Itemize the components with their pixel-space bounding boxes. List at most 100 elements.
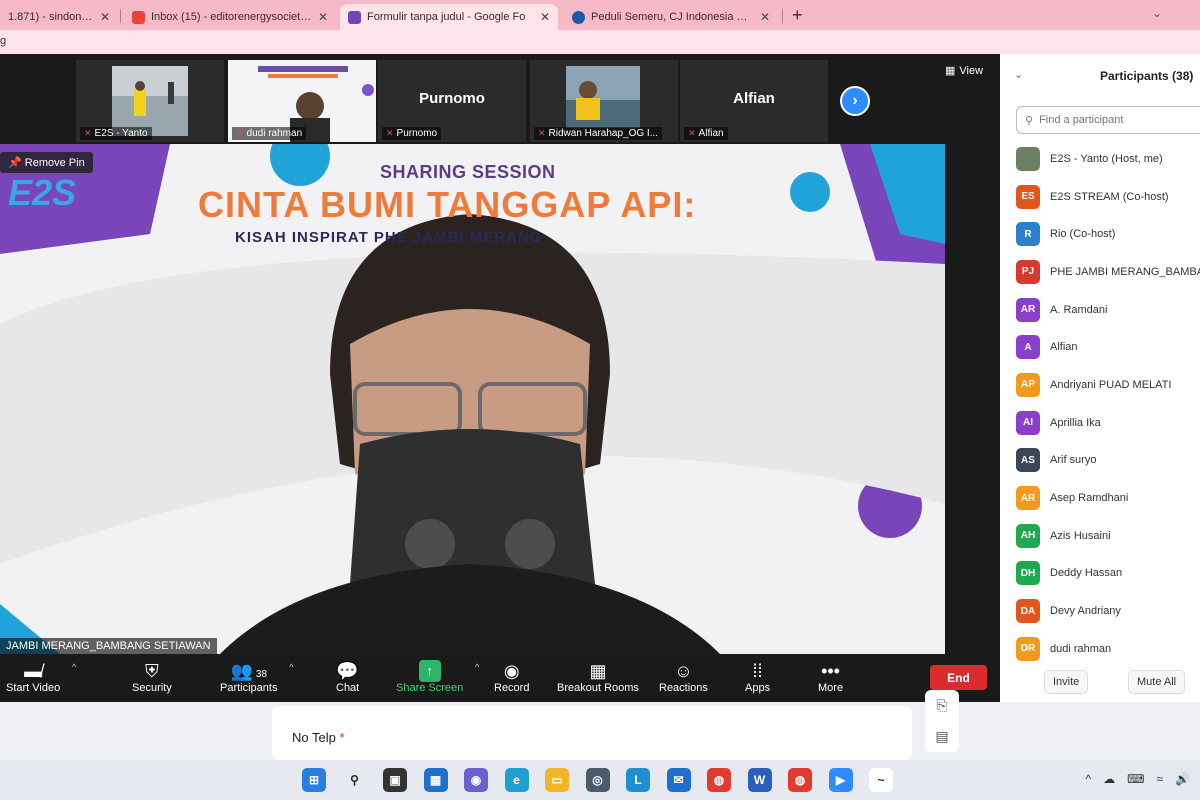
view-button[interactable]: ▦ View [945,64,983,78]
participant-row[interactable]: ES E2S STREAM (Co-host) [1016,178,1200,216]
shield-icon: ⛨ [145,661,159,681]
thumbnail-alfian[interactable]: Alfian ✕ Alfian [680,60,828,142]
system-tray: ^ ☁ ⌨ ≈ 🔊 [1085,772,1190,786]
participant-row[interactable]: R Rio (Co-host) [1016,215,1200,253]
reactions-label: Reactions [659,682,708,694]
windows-start-icon[interactable]: ⊞ [302,768,326,792]
participant-name: Deddy Hassan [1050,567,1123,580]
participant-avatar: AH [1016,523,1040,548]
muted-mic-icon: ✕ [538,128,546,138]
share-screen-button[interactable]: ↑ Share Screen ^ [396,660,479,694]
mute-all-button[interactable]: Mute All [1128,670,1186,694]
more-button[interactable]: ••• More [818,660,843,694]
task-view-icon[interactable]: ▣ [383,768,407,792]
participant-row[interactable]: DH Deddy Hassan [1016,555,1200,593]
thumbnail-dudi-rahman[interactable]: ✕ dudi rahman [228,60,376,142]
participant-search-input[interactable]: ⚲ Find a participant [1016,106,1200,134]
form-question-card[interactable]: No Telp * [272,706,912,760]
close-tab-icon[interactable]: ✕ [318,10,328,24]
kinemaster-icon[interactable]: ~ [869,768,893,792]
search-icon[interactable]: ⚲ [342,768,367,792]
zoom-icon[interactable]: ▶ [828,768,853,792]
wifi-icon[interactable]: ≈ [1156,772,1163,786]
muted-mic-icon: ✕ [236,128,244,138]
breakout-rooms-label: Breakout Rooms [557,682,639,694]
browser-tab-2[interactable]: Inbox (15) - editorenergysociety@ ✕ [124,4,336,30]
browser-tab-1[interactable]: 1.871) - sindonasio ✕ [0,4,118,30]
teams-chat-icon[interactable]: ◉ [464,768,488,792]
chat-button[interactable]: 💬 Chat [336,660,359,694]
participant-name: E2S - Yanto (Host, me) [1050,152,1163,165]
site-favicon-icon [572,10,585,24]
new-tab-button[interactable]: + [792,5,803,26]
tab-title: Inbox (15) - editorenergysociety@ [151,11,312,23]
share-screen-icon: ↑ [418,660,441,682]
participant-name: Andriyani PUAD MELATI [1050,378,1172,391]
participant-row[interactable]: AI Aprillia Ika [1016,404,1200,442]
keyboard-icon[interactable]: ⌨ [1127,772,1144,786]
close-tab-icon[interactable]: ✕ [100,10,110,24]
participant-row[interactable]: AS Arif suryo [1016,442,1200,480]
close-tab-icon[interactable]: ✕ [540,10,550,24]
participants-panel: ⌄ Participants (38) ⚲ Find a participant… [1000,54,1200,702]
volume-icon[interactable]: 🔊 [1175,772,1190,786]
participant-row[interactable]: AH Azis Husaini [1016,517,1200,555]
participant-name: Aprillia Ika [1050,416,1101,429]
chat-bubble-icon: 💬 [336,661,359,681]
record-label: Record [494,682,530,694]
close-tab-icon[interactable]: ✕ [760,10,770,24]
apps-label: Apps [745,682,771,694]
participant-row[interactable]: A Alfian [1016,328,1200,366]
participant-row[interactable]: PJ PHE JAMBI MERANG_BAMBA [1016,253,1200,291]
camera-icon[interactable]: ◎ [585,768,610,792]
participants-button[interactable]: 👥 38 Participants ^ [220,660,293,694]
chevron-up-icon[interactable]: ^ [72,662,76,672]
remove-pin-button[interactable]: 📌 Remove Pin [0,152,93,173]
start-video-button[interactable]: ▬̸ Start Video ^ [6,660,76,694]
file-explorer-icon[interactable]: ▭ [545,768,569,792]
address-bar-strip: g [0,30,1200,54]
chevron-up-icon[interactable]: ^ [475,662,479,672]
tab-title: Formulir tanpa judul - Google Fo [367,11,526,23]
widgets-icon[interactable]: ▦ [423,768,448,792]
video-off-icon: ▬̸ [24,661,43,681]
chrome-icon[interactable]: ◍ [707,768,731,792]
apps-button[interactable]: ⁞⁞ Apps [745,660,770,694]
browser-tab-strip: 1.871) - sindonasio ✕ Inbox (15) - edito… [0,0,1200,30]
participant-name-label: ✕ E2S - Yanto [80,127,152,140]
participant-row[interactable]: AR A. Ramdani [1016,291,1200,329]
add-section-icon[interactable]: ▤ [935,728,948,745]
next-page-button[interactable]: › [840,86,870,116]
chevron-up-icon[interactable]: ^ [289,662,293,672]
participant-avatar: AP [1016,372,1040,397]
thumbnail-purnomo[interactable]: Purnomo ✕ Purnomo [378,60,526,142]
cloud-icon[interactable]: ☁ [1103,772,1115,786]
browser-tab-4[interactable]: Peduli Semeru, CJ Indonesia Salu ✕ [564,4,778,30]
participants-count: 38 [255,669,268,680]
reactions-button[interactable]: ☺ Reactions [659,660,708,694]
end-meeting-button[interactable]: End [930,665,987,690]
lync-icon[interactable]: L [626,768,650,792]
record-button[interactable]: ◉ Record [494,660,529,694]
participant-row[interactable]: DA Devy Andriany [1016,592,1200,630]
show-hidden-icons-icon[interactable]: ^ [1085,772,1091,786]
tab-search-chevron-icon[interactable]: ⌄ [1152,6,1162,20]
word-icon[interactable]: W [747,768,772,792]
browser-tab-3[interactable]: Formulir tanpa judul - Google Fo ✕ [340,4,558,30]
security-button[interactable]: ⛨ Security [132,660,172,694]
thumbnail-ridwan-harahap[interactable]: ✕ Ridwan Harahap_OG I... [530,60,678,142]
mail-icon[interactable]: ✉ [666,768,691,792]
invite-button[interactable]: Invite [1044,670,1089,694]
participant-row[interactable]: AR Asep Ramdhani [1016,479,1200,517]
participant-avatar: DR [1016,636,1040,661]
chrome-2-icon[interactable]: ◍ [788,768,812,792]
address-fragment: g [0,35,7,47]
edge-icon[interactable]: e [504,768,529,792]
breakout-rooms-button[interactable]: ▦ Breakout Rooms [557,660,639,694]
import-questions-icon[interactable]: ⎘ [936,697,947,714]
participant-row[interactable]: AP Andriyani PUAD MELATI [1016,366,1200,404]
participant-name: Azis Husaini [1050,529,1111,542]
collapse-chevron-icon[interactable]: ⌄ [1014,68,1023,81]
participant-row[interactable]: E2S - Yanto (Host, me) [1016,140,1200,178]
thumbnail-e2s-yanto[interactable]: ✕ E2S - Yanto [76,60,224,142]
